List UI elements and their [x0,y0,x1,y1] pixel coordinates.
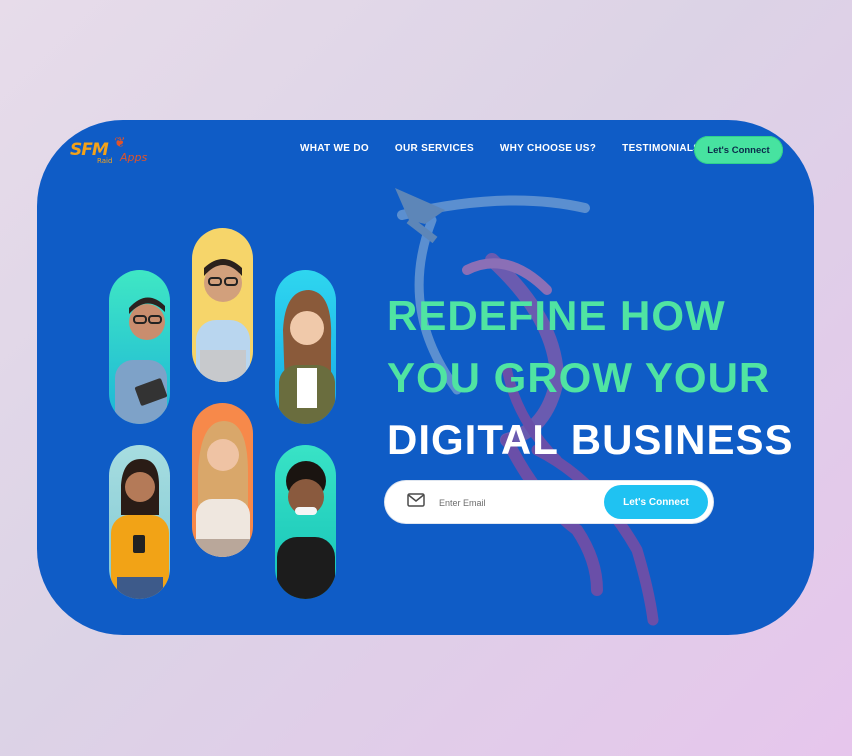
nav-connect-button[interactable]: Let's Connect [694,136,783,164]
envelope-icon [407,493,425,507]
person-woman-blonde [192,403,253,557]
nav-item-what-we-do[interactable]: WHAT WE DO [300,143,369,154]
bird-icon: ❦ [114,135,126,151]
person-woman-phone [109,445,170,599]
logo-subtext: Raid [97,157,113,165]
nav-item-why-choose-us[interactable]: WHY CHOOSE US? [500,143,596,154]
person-man-glasses-smiling [192,228,253,382]
main-nav: WHAT WE DO OUR SERVICES WHY CHOOSE US? T… [300,143,700,154]
nav-item-testimonials[interactable]: TESTIMONIALS [622,143,700,154]
brand-logo[interactable]: SFM ❦ Raid Apps [70,135,154,167]
nav-item-our-services[interactable]: OUR SERVICES [395,143,474,154]
email-input[interactable] [437,492,591,514]
hero-headline: REDEFINE HOW YOU GROW YOUR DIGITAL BUSIN… [387,285,794,471]
person-woman-long-hair [275,270,336,424]
headline-line-2: YOU GROW YOUR [387,354,771,401]
headline-line-3: DIGITAL BUSINESS [387,416,794,463]
person-man-curly-hair [275,445,336,599]
logo-apps-text: Apps [120,151,148,164]
person-man-glasses-laptop [109,270,170,424]
email-signup-form: Let's Connect [385,481,713,523]
hero-card: SFM ❦ Raid Apps WHAT WE DO OUR SERVICES … [37,120,814,635]
headline-line-1: REDEFINE HOW [387,292,726,339]
email-connect-button[interactable]: Let's Connect [604,485,708,519]
